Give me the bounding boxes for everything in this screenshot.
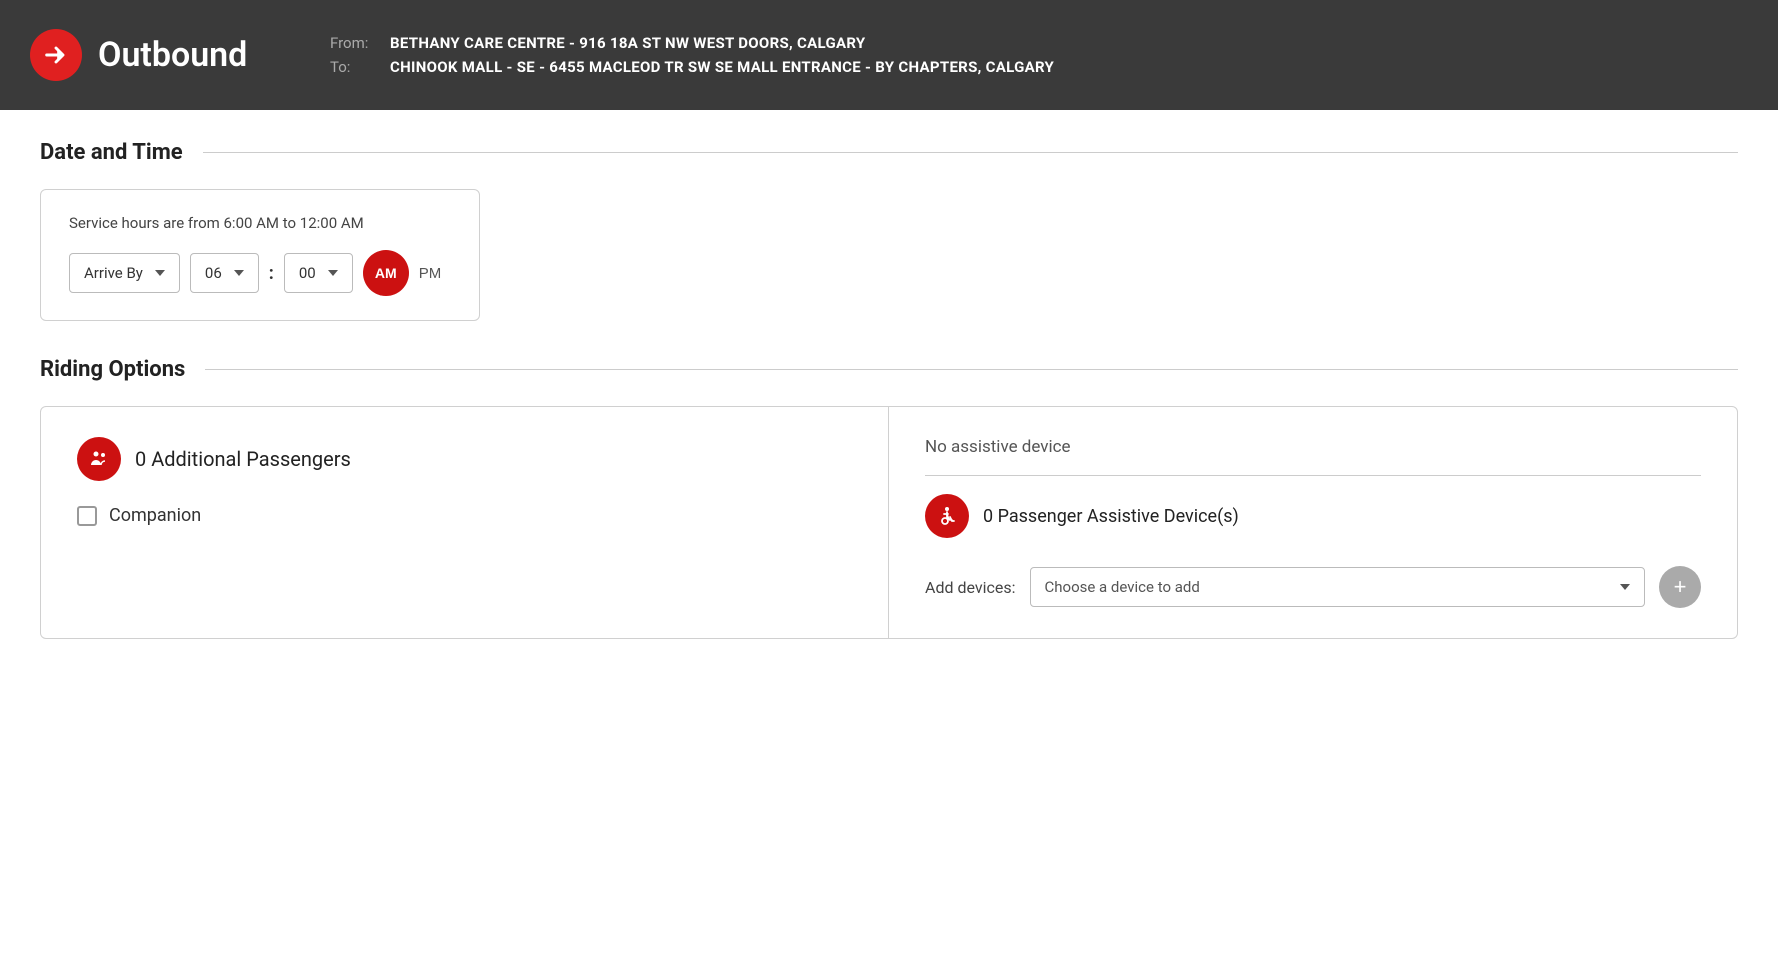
header-routes: From: BETHANY CARE CENTRE - 916 18A ST N… <box>330 34 1054 76</box>
am-pm-toggle: AM PM <box>363 250 452 296</box>
date-time-divider <box>203 152 1738 153</box>
am-button[interactable]: AM <box>363 250 409 296</box>
datetime-box: Service hours are from 6:00 AM to 12:00 … <box>40 189 480 321</box>
no-device-text: No assistive device <box>925 437 1701 476</box>
riding-left-panel: 0 Additional Passengers Companion <box>41 407 889 638</box>
riding-options-section-header: Riding Options <box>40 357 1738 382</box>
hour-select[interactable]: 06 <box>190 253 259 293</box>
passengers-icon <box>77 437 121 481</box>
device-dropdown[interactable]: Choose a device to add <box>1030 567 1646 607</box>
to-route: To: CHINOOK MALL - SE - 6455 MACLEOD TR … <box>330 58 1054 76</box>
add-devices-row: Add devices: Choose a device to add + <box>925 566 1701 608</box>
to-value: CHINOOK MALL - SE - 6455 MACLEOD TR SW S… <box>390 58 1054 76</box>
passengers-count-text: 0 Additional Passengers <box>135 447 351 471</box>
assistive-device-row: 0 Passenger Assistive Device(s) <box>925 494 1701 538</box>
date-time-title: Date and Time <box>40 140 183 165</box>
arrive-by-chevron <box>155 270 165 276</box>
from-route: From: BETHANY CARE CENTRE - 916 18A ST N… <box>330 34 1054 52</box>
assistive-device-icon <box>925 494 969 538</box>
from-label: From: <box>330 34 380 52</box>
minute-value: 00 <box>299 264 316 282</box>
arrive-by-label: Arrive By <box>84 264 143 282</box>
riding-right-panel: No assistive device 0 Passenger Assistiv… <box>889 407 1737 638</box>
device-placeholder: Choose a device to add <box>1045 578 1200 596</box>
from-value: BETHANY CARE CENTRE - 916 18A ST NW WEST… <box>390 34 866 52</box>
header-left: Outbound <box>30 29 290 81</box>
service-hours-text: Service hours are from 6:00 AM to 12:00 … <box>69 214 451 232</box>
arrive-by-select[interactable]: Arrive By <box>69 253 180 293</box>
minute-select[interactable]: 00 <box>284 253 353 293</box>
to-label: To: <box>330 58 380 76</box>
outbound-icon <box>30 29 82 81</box>
riding-options-divider <box>205 369 1738 370</box>
add-devices-label: Add devices: <box>925 578 1016 597</box>
riding-options-grid: 0 Additional Passengers Companion No ass… <box>40 406 1738 639</box>
riding-options-title: Riding Options <box>40 357 185 382</box>
time-controls: Arrive By 06 : 00 AM PM <box>69 250 451 296</box>
add-device-button[interactable]: + <box>1659 566 1701 608</box>
assistive-devices-count: 0 Passenger Assistive Device(s) <box>983 506 1239 527</box>
time-colon: : <box>269 263 274 284</box>
passengers-row: 0 Additional Passengers <box>77 437 852 481</box>
main-content: Date and Time Service hours are from 6:0… <box>0 110 1778 978</box>
companion-label: Companion <box>109 505 201 526</box>
header: Outbound From: BETHANY CARE CENTRE - 916… <box>0 0 1778 110</box>
date-time-section-header: Date and Time <box>40 140 1738 165</box>
outbound-title: Outbound <box>98 35 247 75</box>
companion-checkbox[interactable] <box>77 506 97 526</box>
minute-chevron <box>328 270 338 276</box>
hour-value: 06 <box>205 264 222 282</box>
pm-button[interactable]: PM <box>409 265 452 282</box>
device-chevron <box>1620 584 1630 590</box>
hour-chevron <box>234 270 244 276</box>
companion-row[interactable]: Companion <box>77 505 852 526</box>
